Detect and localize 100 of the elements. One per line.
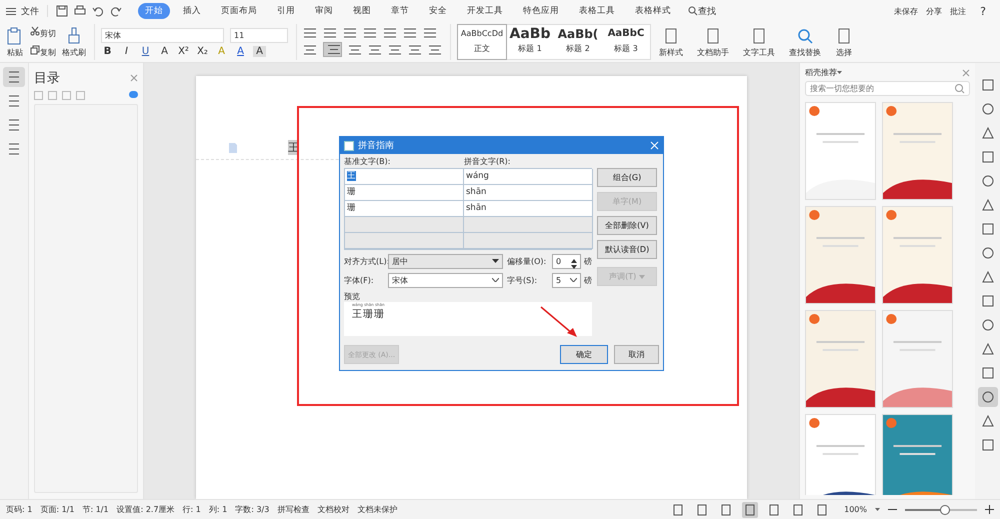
close-icon[interactable] [962,68,970,76]
alignment-dropdown[interactable]: 居中 [388,254,503,269]
style-preset[interactable]: AaBb 标题 1 [506,25,554,59]
status-item: 列: 1 [208,504,228,515]
align-icon[interactable] [388,44,402,56]
ribbon-tool-button[interactable]: 文字工具 [743,26,775,58]
base-text-field[interactable]: 珊 [345,201,464,217]
paragraph-icon[interactable] [303,27,317,39]
caret-icon [875,508,880,511]
ribbon-tab[interactable]: 页面布局 [214,3,264,19]
ribbon-tab[interactable]: 安全 [422,3,454,19]
status-item: 拼写检查 [277,504,310,515]
column-label: 基准文字(B): [344,156,392,168]
ok-button[interactable]: 确定 [560,345,608,364]
plus-icon[interactable] [985,505,994,514]
align-icon[interactable] [408,44,422,56]
format-button[interactable]: A [253,46,266,56]
format-painter-button[interactable]: 格式刷 [62,26,86,58]
help-button[interactable]: ? [980,4,986,18]
ribbon-tab[interactable]: 表格工具 [572,3,622,19]
view-icon[interactable] [742,502,758,518]
cut-button[interactable]: 剪切 [30,26,56,39]
ribbon-tab[interactable]: 视图 [346,3,378,19]
align-icon[interactable] [368,44,382,56]
menu-icon[interactable] [6,8,16,14]
ribbon-tab[interactable]: 特色应用 [516,3,566,19]
ribbon-tab[interactable]: 开发工具 [460,3,510,19]
toolbar-action[interactable]: 批注 [950,6,966,16]
ribbon-tab[interactable]: 表格样式 [628,3,678,19]
toolbar-action[interactable]: 未保存 [894,6,918,16]
format-button[interactable]: B [101,46,114,56]
pinyin-field[interactable]: shān [464,185,593,201]
ribbon-tool-button[interactable]: 新样式 [659,26,683,58]
chevron-icon [492,278,499,282]
field-label: 偏移量(O): [507,256,548,267]
status-item: 页码: 1 [6,504,32,515]
ribbon-tab[interactable]: 章节 [384,3,416,19]
dialog-button[interactable]: 全部删除(V) [597,216,657,235]
search-icon [796,26,814,44]
toc-title: 目录 [34,70,60,87]
panel-title[interactable]: 稻壳推荐 [805,67,837,78]
undo-icon[interactable] [92,5,104,17]
ribbon-tab[interactable]: 插入 [176,3,208,19]
status-item: 设置值: 2.7厘米 [116,504,175,515]
format-button[interactable]: U [139,46,152,56]
zoom-level[interactable]: 100% [844,505,867,514]
paragraph-icon[interactable] [403,27,417,39]
format-button[interactable]: X₂ [196,46,209,56]
base-text-field[interactable]: 王 [345,169,464,185]
paragraph-icon[interactable] [323,27,337,39]
list-icon[interactable] [3,67,25,87]
pinyin-field[interactable]: shān [464,201,593,217]
annotation-arrow [539,305,579,339]
cancel-button[interactable]: 取消 [614,345,659,364]
search-field[interactable]: 搜索一切您想要的 [810,82,954,95]
style-preset[interactable]: AaBb( 标题 2 [554,25,602,59]
paragraph-icon[interactable] [383,27,397,39]
font-name-field[interactable]: 宋体 [101,28,224,42]
redo-icon[interactable] [110,5,122,17]
align-icon[interactable] [303,44,317,56]
ribbon-tool-button[interactable]: 查找替换 [789,26,821,58]
paragraph-icon[interactable] [423,27,437,39]
align-icon[interactable] [323,42,342,57]
dialog-button[interactable]: 组合(G) [597,168,657,187]
style-preset[interactable]: AaBbC 标题 3 [602,25,650,59]
paragraph-icon[interactable] [363,27,377,39]
paste-button[interactable]: 粘贴 [6,26,24,58]
print-icon[interactable] [74,5,86,17]
ribbon-tab[interactable]: 审阅 [308,3,340,19]
unit-label: 磅 [584,256,592,267]
toolbar-action[interactable]: 分享 [926,6,942,16]
file-menu[interactable]: 文件 [21,4,39,18]
search-icon[interactable] [688,6,698,16]
dialog-button[interactable]: 默认读音(D) [597,240,657,259]
format-button[interactable]: A [158,46,171,56]
font-dropdown[interactable]: 宋体 [388,273,503,288]
align-icon[interactable] [428,44,442,56]
field-label: 字体(F): [344,275,375,286]
save-icon[interactable] [56,5,68,17]
align-icon[interactable] [348,44,362,56]
search-box[interactable]: 搜索一切您想要的 [805,81,970,96]
ribbon-tool-button[interactable]: 文档助手 [697,26,729,58]
copy-button[interactable]: 复制 [30,45,56,58]
format-button[interactable]: A [234,46,247,56]
format-button[interactable]: I [120,46,133,56]
ribbon-tool-button[interactable]: 选择 [835,26,853,58]
spinner-arrows-icon[interactable] [571,259,577,269]
caret-icon [638,275,645,279]
pinyin-field[interactable]: wáng [464,169,593,185]
close-icon[interactable] [130,74,138,82]
ribbon-tab[interactable]: 引用 [270,3,302,19]
toggle-icon[interactable] [129,91,138,98]
offset-spinner[interactable]: 0 [552,254,581,269]
font-size-field[interactable]: 11 [230,28,288,42]
base-text-field[interactable]: 珊 [345,185,464,201]
search-button[interactable]: 查找 [698,4,716,18]
style-preset[interactable]: AaBbCcDd 正文 [458,25,506,59]
paragraph-icon[interactable] [343,27,357,39]
size-dropdown[interactable]: 5 [552,273,581,288]
format-button[interactable]: X² [177,46,190,56]
